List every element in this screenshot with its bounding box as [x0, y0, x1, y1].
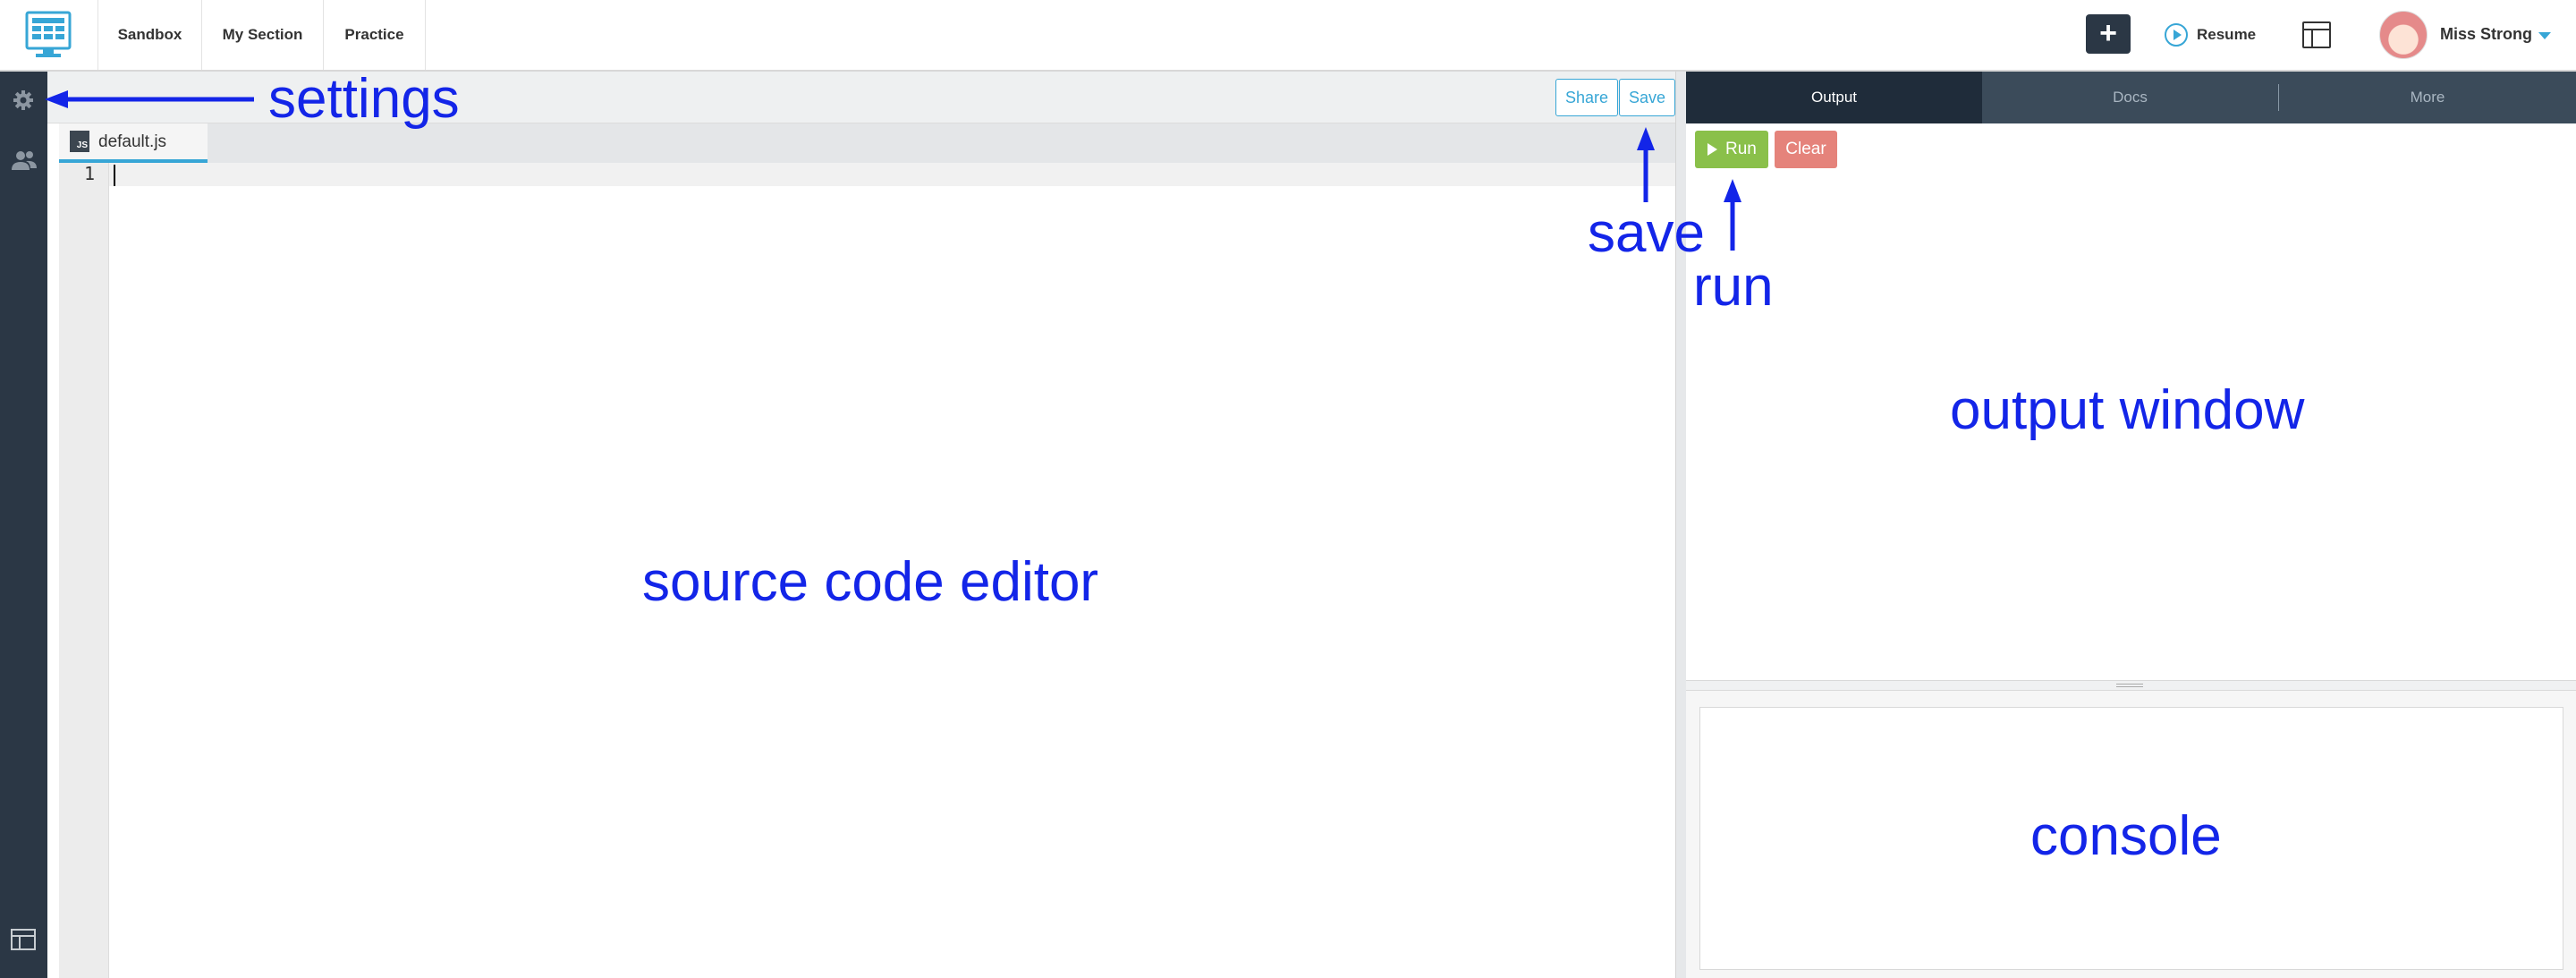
resume-label: Resume: [2197, 26, 2257, 43]
resize-grip-icon[interactable]: [2116, 684, 2143, 687]
file-tab-default-js[interactable]: JS default.js: [59, 123, 208, 163]
left-sidebar: [0, 72, 47, 978]
file-tab-label: default.js: [98, 132, 167, 151]
line-number: 1: [84, 163, 96, 184]
active-line-highlight: [109, 163, 1675, 186]
tab-output[interactable]: Output: [1686, 72, 1982, 123]
run-label: Run: [1725, 140, 1757, 158]
annotation-console: console: [2030, 805, 2222, 867]
browser-window-icon[interactable]: [2302, 21, 2331, 48]
gear-icon[interactable]: [13, 89, 34, 111]
annotation-settings: settings: [268, 68, 460, 130]
app-logo-icon[interactable]: [25, 11, 72, 61]
js-file-icon: JS: [70, 131, 89, 152]
tab-docs[interactable]: Docs: [1982, 72, 2278, 123]
top-navbar: Sandbox My Section Practice + Resume Mis…: [0, 0, 2576, 72]
chevron-down-icon[interactable]: [2538, 32, 2551, 39]
annotation-run: run: [1693, 256, 1774, 318]
annotation-save: save: [1588, 202, 1705, 264]
nav-practice[interactable]: Practice: [324, 0, 426, 70]
share-button[interactable]: Share: [1555, 79, 1619, 116]
annotation-source-code-editor: source code editor: [642, 551, 1099, 613]
save-button[interactable]: Save: [1619, 79, 1676, 116]
avatar[interactable]: [2379, 11, 2428, 59]
run-button[interactable]: Run: [1695, 131, 1768, 168]
right-panel-tabs: Output Docs More: [1686, 72, 2576, 123]
user-name[interactable]: Miss Strong: [2440, 25, 2532, 44]
text-cursor: [114, 165, 115, 186]
nav-sandbox[interactable]: Sandbox: [98, 0, 202, 70]
play-circle-icon: [2165, 23, 2188, 47]
tab-more[interactable]: More: [2279, 72, 2576, 123]
add-button[interactable]: +: [2086, 14, 2131, 54]
clear-button[interactable]: Clear: [1775, 131, 1837, 168]
resume-button[interactable]: Resume: [2165, 20, 2256, 50]
line-number-gutter: [59, 163, 109, 978]
annotation-output-window: output window: [1950, 379, 2305, 441]
nav-my-section[interactable]: My Section: [202, 0, 324, 70]
users-icon[interactable]: [11, 147, 38, 174]
layout-icon[interactable]: [11, 929, 36, 950]
